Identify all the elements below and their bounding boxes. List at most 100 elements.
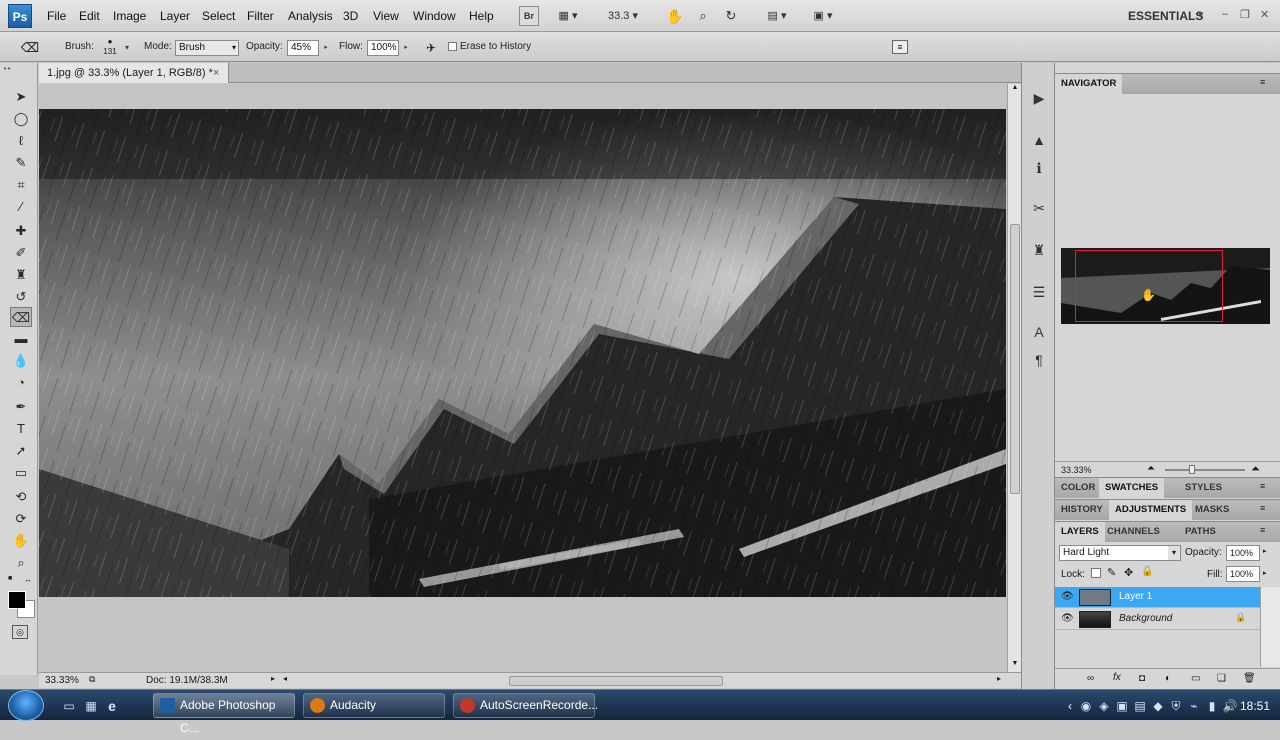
adjustment-layer-icon[interactable]: ◐: [1165, 673, 1171, 684]
tab-color[interactable]: COLOR: [1055, 478, 1101, 498]
eraser-preset-icon[interactable]: ⌫ ▾: [18, 39, 42, 72]
crop-tool-icon[interactable]: ⌗: [10, 175, 32, 195]
tray-network-icon[interactable]: ◉: [1078, 698, 1094, 714]
hand-tool-icon[interactable]: ✋: [10, 531, 32, 551]
close-tab-icon[interactable]: ×: [213, 63, 219, 83]
delete-layer-icon[interactable]: 🗑: [1243, 673, 1256, 684]
eyedropper-tool-icon[interactable]: ⁄: [10, 197, 32, 217]
navigator-zoom-slider[interactable]: [1165, 469, 1245, 471]
tab-paths[interactable]: PATHS: [1179, 522, 1222, 542]
tray-signal-icon[interactable]: ▮: [1204, 698, 1220, 714]
3d-rotate-tool-icon[interactable]: ⟲: [10, 487, 32, 507]
brush-dropdown-icon[interactable]: ▾: [121, 40, 133, 56]
layers-scrollbar[interactable]: [1260, 587, 1280, 667]
brush-tool-icon[interactable]: ✐: [10, 243, 32, 263]
animation-panel-icon[interactable]: ▶: [1028, 87, 1050, 109]
tool-presets-icon[interactable]: ✂: [1028, 197, 1050, 219]
clone-stamp-tool-icon[interactable]: ♜: [10, 265, 32, 285]
layer-row[interactable]: 👁 Layer 1: [1055, 587, 1260, 608]
tab-adjustments[interactable]: ADJUSTMENTS: [1109, 500, 1193, 520]
tab-masks[interactable]: MASKS: [1189, 500, 1235, 520]
layer-opacity-field[interactable]: 100%: [1226, 545, 1260, 561]
arrange-documents-button[interactable]: ▤ ▾: [760, 6, 794, 26]
zoom-tool-icon[interactable]: ⌕: [10, 553, 32, 573]
scroll-up-icon[interactable]: ▲: [1010, 84, 1020, 96]
lock-all-icon[interactable]: 🔒: [1141, 566, 1153, 577]
taskbar-audacity-button[interactable]: Audacity: [303, 693, 445, 718]
opacity-field[interactable]: 45%: [287, 40, 319, 56]
show-desktop-icon[interactable]: ▭: [61, 698, 77, 714]
vertical-scrollbar[interactable]: ▲ ▼: [1007, 84, 1021, 672]
erase-to-history-checkbox[interactable]: [448, 42, 457, 51]
taskbar-clock[interactable]: 18:51: [1240, 699, 1270, 713]
taskbar-photoshop-button[interactable]: Adobe Photoshop C...: [153, 693, 295, 735]
status-menu-icon[interactable]: ▸: [271, 674, 275, 683]
eraser-tool-icon[interactable]: ⌫: [10, 307, 32, 327]
document-image[interactable]: [39, 109, 1006, 597]
flow-slider-icon[interactable]: ▸: [400, 40, 412, 56]
panel-toggle-icon[interactable]: ≡: [892, 40, 908, 54]
layer-row[interactable]: 👁 Background 🔒: [1055, 609, 1260, 630]
new-layer-icon[interactable]: ❏: [1217, 673, 1226, 684]
menu-edit[interactable]: Edit: [79, 9, 100, 23]
view-extras-button[interactable]: ▦ ▾: [553, 6, 583, 26]
menu-image[interactable]: Image: [113, 9, 146, 23]
tray-expand-icon[interactable]: ‹: [1062, 698, 1078, 714]
visibility-eye-icon[interactable]: 👁: [1061, 613, 1074, 624]
menu-window[interactable]: Window: [413, 9, 456, 23]
mode-select[interactable]: Brush ▾: [175, 40, 239, 56]
tab-channels[interactable]: CHANNELS: [1101, 522, 1166, 542]
shape-tool-icon[interactable]: ▭: [10, 463, 32, 483]
layer-name[interactable]: Background: [1119, 613, 1172, 624]
fill-field[interactable]: 100%: [1226, 566, 1260, 582]
panel-menu-icon[interactable]: ≡: [1260, 503, 1265, 513]
marquee-tool-icon[interactable]: ◯: [10, 109, 32, 129]
blend-mode-select[interactable]: Hard Light ▾: [1059, 545, 1181, 561]
scroll-left-icon[interactable]: ◂: [283, 674, 287, 683]
menu-layer[interactable]: Layer: [160, 9, 190, 23]
scroll-down-icon[interactable]: ▼: [1010, 660, 1020, 672]
navigator-view-box[interactable]: [1075, 250, 1223, 322]
navigator-zoom-thumb[interactable]: [1189, 465, 1195, 474]
opacity-slider-icon[interactable]: ▸: [1263, 547, 1267, 555]
link-layers-icon[interactable]: ∞: [1087, 673, 1094, 684]
close-icon[interactable]: ✕: [1260, 8, 1269, 21]
zoom-out-icon[interactable]: ⏶: [1147, 463, 1155, 474]
menu-select[interactable]: Select: [202, 9, 235, 23]
foreground-color-swatch[interactable]: [8, 591, 26, 609]
switch-windows-icon[interactable]: ▦: [83, 698, 99, 714]
lock-pixels-icon[interactable]: ✎: [1107, 566, 1116, 579]
zoom-in-icon[interactable]: ⏶: [1251, 463, 1260, 476]
screen-mode-button[interactable]: ▣ ▾: [806, 6, 840, 26]
tray-color-icon[interactable]: ◆: [1150, 698, 1166, 714]
panel-menu-icon[interactable]: ≡: [1260, 525, 1265, 535]
3d-orbit-tool-icon[interactable]: ⟳: [10, 509, 32, 529]
type-tool-icon[interactable]: T: [10, 419, 32, 439]
zoom-tool-icon[interactable]: ⌕: [693, 6, 713, 26]
bridge-button[interactable]: Br: [519, 6, 539, 26]
rotate-view-icon[interactable]: ↻: [721, 6, 741, 26]
tab-history[interactable]: HISTORY: [1055, 500, 1109, 520]
healing-brush-tool-icon[interactable]: ✚: [10, 221, 32, 241]
zoom-status[interactable]: 33.33%: [45, 675, 79, 686]
tray-power-icon[interactable]: ⌁: [1186, 698, 1202, 714]
menu-view[interactable]: View: [373, 9, 399, 23]
internet-explorer-icon[interactable]: e: [104, 698, 120, 714]
histogram-panel-icon[interactable]: ▲: [1028, 129, 1050, 151]
tab-swatches[interactable]: SWATCHES: [1099, 478, 1165, 498]
dodge-tool-icon[interactable]: ◔: [10, 373, 32, 393]
character-panel-icon[interactable]: A: [1028, 321, 1050, 343]
quick-select-tool-icon[interactable]: ✎: [10, 153, 32, 173]
clone-source-icon[interactable]: ♜: [1028, 239, 1050, 261]
default-colors-icon[interactable]: ■: [8, 575, 16, 583]
menu-3d[interactable]: 3D: [343, 9, 358, 23]
zoom-level-dropdown[interactable]: 33.3 ▾: [603, 6, 643, 26]
actions-panel-icon[interactable]: ☰: [1028, 281, 1050, 303]
layer-style-icon[interactable]: fx: [1113, 672, 1121, 683]
lock-position-icon[interactable]: ✥: [1124, 566, 1133, 579]
airbrush-icon[interactable]: ✈: [422, 40, 440, 56]
fill-slider-icon[interactable]: ▸: [1263, 569, 1267, 577]
minimize-icon[interactable]: –: [1222, 8, 1228, 20]
status-toggle-icon[interactable]: ⧉: [89, 674, 95, 685]
tab-styles[interactable]: STYLES: [1179, 478, 1228, 498]
